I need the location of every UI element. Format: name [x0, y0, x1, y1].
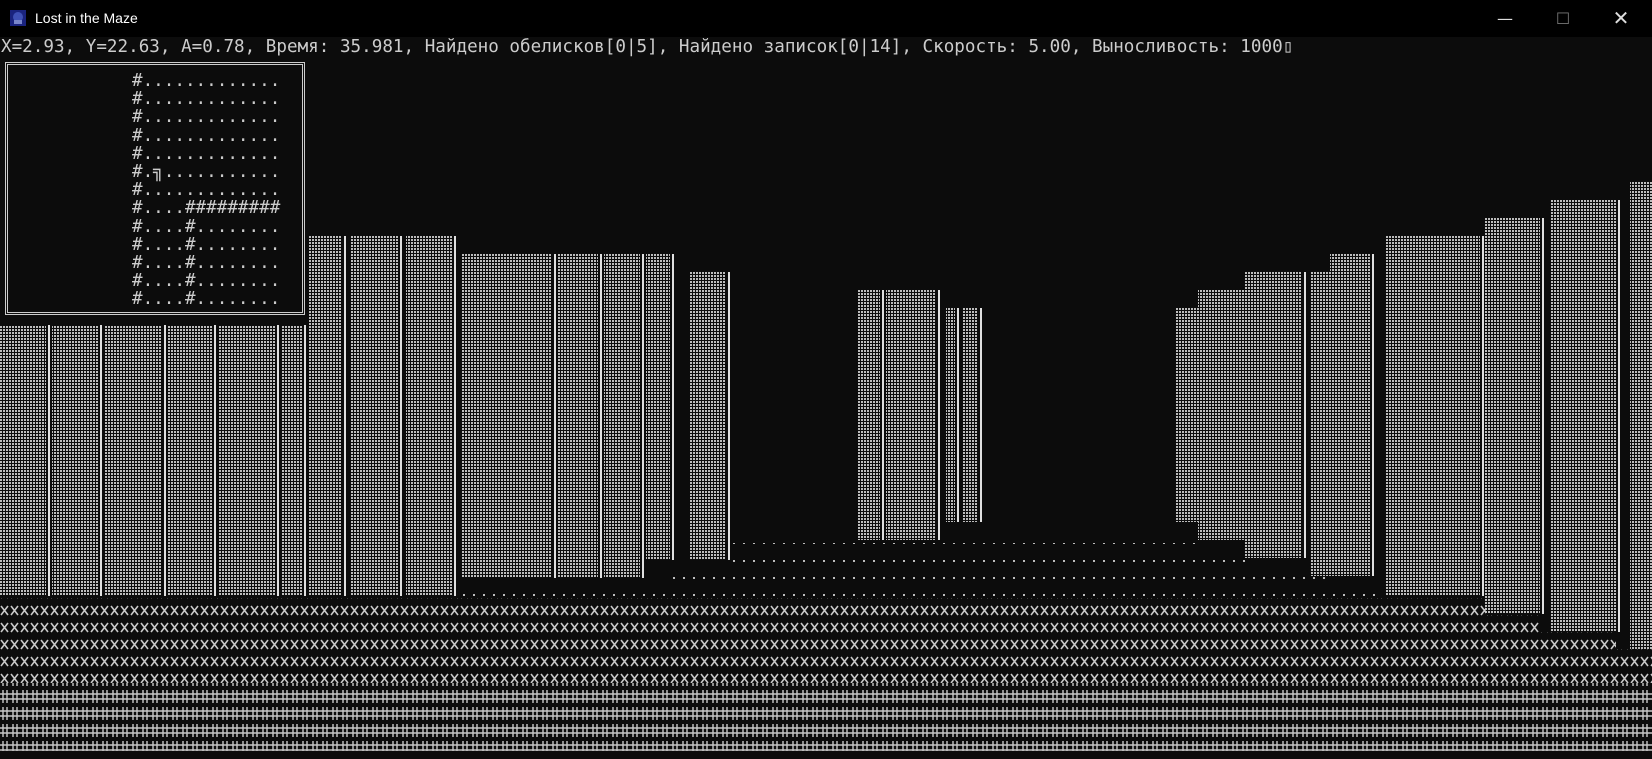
floor-band	[0, 649, 1652, 666]
wall-column	[168, 325, 212, 596]
floor-band	[0, 666, 1652, 683]
minimap-row: #.............	[132, 180, 281, 201]
wall-edge	[1372, 254, 1374, 576]
wall-edge	[100, 325, 102, 596]
wall-column	[1198, 290, 1245, 540]
minimap-row: #.............	[132, 125, 281, 146]
title-bar: Lost in the Maze — ☐ ✕	[0, 0, 1652, 37]
wall-column	[1630, 182, 1652, 650]
minimap-row: #....#########	[132, 198, 281, 219]
floor-band	[460, 582, 1376, 598]
wall-column	[1245, 272, 1302, 558]
wall-edge	[164, 325, 166, 596]
wall-column	[406, 236, 452, 596]
wall-column	[1330, 254, 1370, 576]
wall-column	[282, 325, 302, 596]
close-button[interactable]: ✕	[1592, 0, 1650, 37]
wall-column	[1310, 272, 1330, 576]
minimap-row: #....#........	[132, 234, 281, 255]
wall-edge	[938, 290, 940, 540]
minimap-row: #.............	[132, 143, 281, 164]
minimap-row: #.............	[132, 71, 281, 91]
wall-edge	[1482, 236, 1484, 596]
floor-band	[726, 546, 1245, 562]
wall-edge	[600, 254, 602, 578]
minimap-row: #.............	[132, 107, 281, 128]
wall-edge	[882, 290, 884, 540]
wall-edge	[957, 308, 959, 522]
wall-column	[1386, 236, 1480, 596]
wall-edge	[642, 254, 644, 578]
minimap-row: #.............	[132, 89, 281, 110]
floor-band	[670, 564, 1330, 580]
wall-column	[52, 325, 98, 596]
floor-band	[0, 700, 1652, 717]
wall-column	[1176, 308, 1198, 522]
wall-column	[0, 325, 46, 596]
floor-band	[0, 717, 1652, 734]
floor-band	[0, 598, 1486, 615]
wall-column	[104, 325, 162, 596]
minimap-row: #.╗...........	[132, 162, 281, 183]
wall-edge	[400, 236, 402, 596]
wall-column	[858, 290, 880, 540]
wall-edge	[672, 254, 674, 560]
wall-edge	[554, 254, 556, 578]
window-title: Lost in the Maze	[35, 10, 138, 26]
wall-edge	[214, 325, 216, 596]
minimize-button[interactable]: —	[1476, 0, 1534, 37]
wall-edge	[1304, 272, 1306, 558]
floor-band	[726, 528, 1200, 544]
wall-column	[646, 254, 670, 560]
wall-edge	[980, 308, 982, 522]
app-icon	[10, 10, 26, 26]
wall-column	[604, 254, 640, 578]
wall-edge	[728, 272, 730, 560]
floor-band	[0, 734, 1652, 751]
maximize-button[interactable]: ☐	[1534, 0, 1592, 37]
floor-band	[0, 632, 1616, 649]
minimap-row: #....#........	[132, 289, 281, 310]
wall-edge	[454, 236, 456, 596]
floor-band	[0, 615, 1540, 632]
status-line: X=2.93, Y=22.63, A=0.78, Время: 35.981, …	[1, 37, 1294, 57]
wall-column	[886, 290, 936, 540]
wall-column	[1550, 200, 1616, 632]
wall-column	[1485, 218, 1540, 614]
wall-column	[308, 236, 342, 596]
wall-column	[350, 236, 398, 596]
wall-column	[962, 308, 978, 522]
wall-edge	[304, 325, 306, 596]
wall-edge	[277, 325, 279, 596]
wall-column	[218, 325, 275, 596]
minimap: #............. #............. #...........…	[132, 72, 280, 309]
wall-column	[690, 272, 726, 560]
minimap-row: #....#........	[132, 271, 281, 292]
wall-column	[462, 254, 552, 578]
floor-band	[0, 683, 1652, 700]
wall-column	[946, 308, 955, 522]
wall-edge	[1542, 218, 1544, 614]
wall-edge	[48, 325, 50, 596]
wall-edge	[344, 236, 346, 596]
wall-column	[558, 254, 598, 578]
minimap-row: #....#........	[132, 253, 281, 274]
wall-edge	[1618, 200, 1620, 632]
minimap-row: #....#........	[132, 216, 281, 237]
